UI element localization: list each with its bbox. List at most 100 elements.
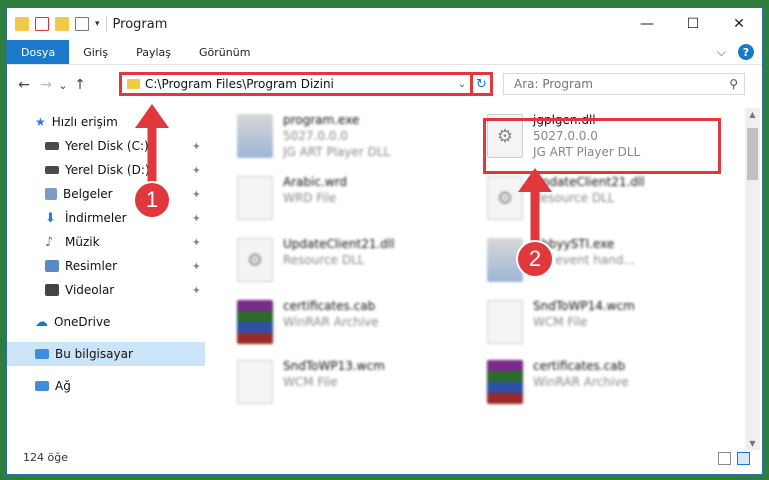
- details-view-icon[interactable]: [718, 452, 731, 465]
- pin-icon[interactable]: ✦: [192, 140, 201, 153]
- file-type: WCM File: [283, 375, 338, 389]
- search-icon[interactable]: ⚲: [729, 77, 738, 91]
- pin-icon[interactable]: ✦: [192, 236, 201, 249]
- scrollbar-thumb[interactable]: [747, 128, 758, 180]
- file-item[interactable]: Arabic.wrd WRD File: [237, 174, 467, 226]
- file-type: Resource DLL: [283, 253, 365, 267]
- scroll-up-arrow-icon[interactable]: ▲: [745, 110, 760, 119]
- file-icon: [487, 300, 523, 344]
- maximize-button[interactable]: ☐: [670, 8, 716, 40]
- back-arrow-icon[interactable]: ←: [13, 77, 35, 93]
- up-arrow-icon[interactable]: ↑: [69, 77, 91, 93]
- documents-icon: [45, 188, 57, 200]
- sidebar-item-this-pc[interactable]: Bu bilgisayar: [7, 342, 205, 366]
- pictures-icon: [45, 260, 59, 272]
- computer-icon: [35, 349, 49, 359]
- videos-icon: [45, 284, 59, 296]
- ribbon-right-controls: ⌵ ?: [717, 44, 754, 60]
- file-type: WRD File: [283, 191, 337, 205]
- quick-access-toolbar: ▾: [15, 17, 100, 31]
- file-name: UpdateClient21.dll: [283, 237, 395, 251]
- new-folder-icon[interactable]: [55, 17, 69, 31]
- folder-icon: [127, 79, 140, 89]
- file-item[interactable]: certificates.cab WinRAR Archive: [237, 298, 467, 350]
- network-icon: [35, 381, 49, 391]
- tab-dosya[interactable]: Dosya: [7, 40, 70, 64]
- address-path[interactable]: C:\Program Files\Program Dizini: [145, 77, 454, 91]
- file-type: Resource DLL: [533, 191, 615, 205]
- dll-gear-icon: ⚙: [237, 238, 273, 282]
- cloud-icon: ☁: [35, 314, 48, 330]
- pin-icon[interactable]: ✦: [192, 164, 201, 177]
- explorer-window: ▾ Program — ☐ ✕ Dosya Giriş Paylaş Görün…: [7, 8, 762, 474]
- file-highlight-box: [483, 118, 721, 174]
- address-bar[interactable]: C:\Program Files\Program Dizini ⌄: [119, 72, 473, 96]
- dll-gear-icon: ⚙: [487, 176, 523, 220]
- title-bar: ▾ Program — ☐ ✕: [7, 8, 762, 40]
- pin-icon[interactable]: ✦: [192, 284, 201, 297]
- pin-icon[interactable]: ✦: [192, 260, 201, 273]
- music-icon: ♪: [45, 234, 54, 250]
- drive-icon: [45, 166, 59, 174]
- sidebar-item-label: Resimler: [65, 259, 118, 273]
- refresh-button[interactable]: ↻: [473, 72, 493, 96]
- view-options-icon[interactable]: [75, 17, 89, 31]
- tab-giris[interactable]: Giriş: [69, 40, 122, 64]
- pin-icon[interactable]: ✦: [192, 188, 201, 201]
- file-icon: [237, 176, 273, 220]
- sidebar-item-videos[interactable]: Videolar ✦: [7, 278, 205, 302]
- file-type: WinRAR Archive: [533, 375, 629, 389]
- tab-paylas[interactable]: Paylaş: [122, 40, 185, 64]
- sidebar-item-label: Belgeler: [63, 187, 113, 201]
- file-name: Arabic.wrd: [283, 175, 348, 189]
- tab-gorunum[interactable]: Görünüm: [185, 40, 264, 64]
- properties-check-icon[interactable]: [35, 17, 49, 31]
- file-item[interactable]: SndToWP14.wcm WCM File: [487, 298, 717, 350]
- exe-icon: [237, 114, 273, 158]
- file-name: program.exe: [283, 113, 360, 127]
- sidebar-item-local-disk-c[interactable]: Yerel Disk (C:) ✦: [7, 134, 205, 158]
- minimize-button[interactable]: —: [624, 8, 670, 40]
- search-input[interactable]: [512, 76, 716, 92]
- search-box[interactable]: ⚲: [503, 73, 745, 95]
- file-name: UpdateClient21.dll: [533, 175, 645, 189]
- file-type: WinRAR Archive: [283, 315, 379, 329]
- step-marker-2: 2: [518, 242, 552, 276]
- sidebar-item-network[interactable]: Ağ: [7, 374, 205, 398]
- window-title: Program: [112, 16, 168, 32]
- file-item[interactable]: certificates.cab WinRAR Archive: [487, 358, 717, 410]
- customize-toolbar-chevron-icon[interactable]: ▾: [95, 19, 100, 29]
- file-type: WCM File: [533, 315, 588, 329]
- large-icons-view-icon[interactable]: [737, 452, 750, 465]
- ribbon-tabs: Dosya Giriş Paylaş Görünüm ⌵ ?: [7, 40, 762, 65]
- close-button[interactable]: ✕: [716, 8, 762, 40]
- sidebar-item-pictures[interactable]: Resimler ✦: [7, 254, 205, 278]
- file-item[interactable]: ⚙ UpdateClient21.dll Resource DLL: [487, 174, 717, 226]
- sidebar-item-onedrive[interactable]: ☁ OneDrive: [7, 310, 205, 334]
- recent-locations-chevron-icon[interactable]: ⌄: [57, 79, 69, 92]
- download-icon: ⬇: [45, 210, 56, 226]
- refresh-icon: ↻: [476, 76, 487, 92]
- file-description: JG ART Player DLL: [283, 145, 391, 159]
- sidebar-item-label: Hızlı erişim: [51, 115, 118, 129]
- sidebar-item-downloads[interactable]: ⬇ İndirmeler ✦: [7, 206, 205, 230]
- sidebar-item-documents[interactable]: Belgeler ✦: [7, 182, 205, 206]
- star-icon: ★: [35, 115, 46, 129]
- expand-ribbon-chevron-icon[interactable]: ⌵: [717, 45, 726, 60]
- sidebar-item-quick-access[interactable]: ★ Hızlı erişim: [7, 110, 205, 134]
- drive-icon: [45, 142, 59, 150]
- pin-icon[interactable]: ✦: [192, 212, 201, 225]
- winrar-icon: [487, 360, 523, 404]
- sidebar-item-local-disk-d[interactable]: Yerel Disk (D:) ✦: [7, 158, 205, 182]
- forward-arrow-icon[interactable]: →: [35, 77, 57, 93]
- sidebar-item-label: Yerel Disk (D:): [65, 163, 150, 177]
- title-separator: [105, 16, 107, 32]
- file-item[interactable]: program.exe 5027.0.0.0 JG ART Player DLL: [237, 112, 467, 164]
- vertical-scrollbar[interactable]: ▲ ▼: [745, 108, 760, 450]
- help-icon[interactable]: ?: [738, 44, 754, 60]
- address-history-chevron-icon[interactable]: ⌄: [454, 79, 470, 90]
- scroll-down-arrow-icon[interactable]: ▼: [745, 439, 760, 448]
- file-item[interactable]: SndToWP13.wcm WCM File: [237, 358, 467, 410]
- sidebar-item-music[interactable]: ♪ Müzik ✦: [7, 230, 205, 254]
- file-item[interactable]: ⚙ UpdateClient21.dll Resource DLL: [237, 236, 467, 288]
